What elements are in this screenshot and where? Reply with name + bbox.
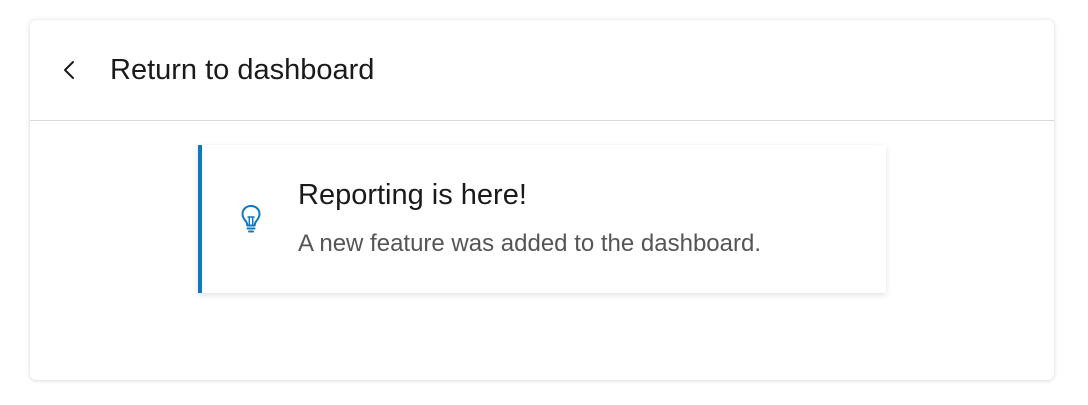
return-to-dashboard-link[interactable]: Return to dashboard	[110, 53, 374, 87]
notification-title: Reporting is here!	[298, 179, 527, 211]
chevron-left-icon	[62, 59, 76, 81]
card-header: Return to dashboard	[30, 20, 1054, 121]
lightbulb-icon	[239, 203, 263, 235]
notification-message: A new feature was added to the dashboard…	[298, 230, 761, 257]
feature-notification: Reporting is here! A new feature was add…	[198, 145, 886, 293]
dashboard-card: Return to dashboard Reporting is here! A…	[30, 20, 1054, 380]
back-button[interactable]	[54, 50, 84, 90]
